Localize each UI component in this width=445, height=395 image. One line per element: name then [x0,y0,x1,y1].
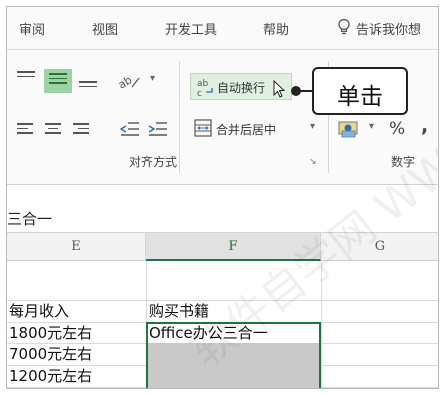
tab-help[interactable]: 帮助 [263,19,289,38]
ribbon-separator [179,61,180,173]
wrap-text-icon: ab c [197,79,213,97]
tab-view[interactable]: 视图 [92,19,118,38]
merge-center-icon[interactable] [194,119,212,137]
wrap-text-button[interactable]: ab c 自动换行 [190,73,292,100]
orientation-icon[interactable]: ab [117,72,151,90]
cell-f-books-header[interactable]: 购买书籍 [149,301,209,321]
merge-dropdown-arrow[interactable]: ▾ [310,121,315,132]
excel-window: 审阅 视图 开发工具 帮助 告诉我你想 ab ▾ ab c 自动换行 合并后居中… [6,6,439,389]
click-callout: 单击 [312,67,408,115]
ribbon-tab-bar: 审阅 视图 开发工具 帮助 告诉我你想 [7,7,438,50]
cell-e-income[interactable]: 1800元左右 [9,323,92,343]
row-divider [7,300,438,301]
tab-review[interactable]: 审阅 [19,19,45,38]
svg-text:ab: ab [197,79,209,89]
column-header-f[interactable]: F [146,233,321,261]
wrap-text-label: 自动换行 [217,81,266,95]
mouse-cursor-icon [273,80,286,98]
formula-bar[interactable]: 三合一 [7,186,438,233]
lightbulb-icon [338,18,350,35]
increase-indent-icon[interactable] [147,121,169,137]
number-group-label: 数字 [391,155,416,169]
accounting-dropdown-arrow[interactable]: ▾ [369,121,374,132]
svg-text:ab: ab [117,73,134,90]
middle-align-icon[interactable] [44,69,72,93]
cell-e-income[interactable]: 7000元左右 [9,344,92,364]
cell-f-book[interactable]: Office办公三合一 [149,323,268,343]
alignment-group-label: 对齐方式 [129,155,178,169]
top-align-icon[interactable] [17,71,37,87]
comma-style-button[interactable]: , [421,115,428,137]
formula-bar-content: 三合一 [7,210,53,228]
cell-e-income-header[interactable]: 每月收入 [9,301,69,321]
alignment-dialog-launcher[interactable]: ↘ [309,157,317,167]
orientation-dropdown-arrow[interactable]: ▾ [150,73,155,84]
callout-text: 单击 [337,84,383,110]
worksheet-grid[interactable]: E F G 每月收入 购买书籍 1800元左右 Office办公三合一 7000… [7,233,438,388]
percent-style-button[interactable]: % [389,119,405,139]
decrease-indent-icon[interactable] [119,121,141,137]
tell-me-search[interactable]: 告诉我你想 [356,19,421,38]
tab-developer[interactable]: 开发工具 [165,19,217,38]
column-header-e[interactable]: E [7,233,146,261]
align-right-icon[interactable] [73,123,93,137]
column-divider [321,261,322,388]
bottom-align-icon[interactable] [79,81,99,93]
align-center-icon[interactable] [45,123,65,137]
merge-center-label[interactable]: 合并后居中 [216,121,276,138]
align-left-icon[interactable] [17,123,37,137]
svg-text:c: c [197,89,202,97]
column-header-g[interactable]: G [321,233,438,261]
cell-e-income[interactable]: 1200元左右 [9,366,92,386]
accounting-format-icon[interactable] [338,119,362,139]
